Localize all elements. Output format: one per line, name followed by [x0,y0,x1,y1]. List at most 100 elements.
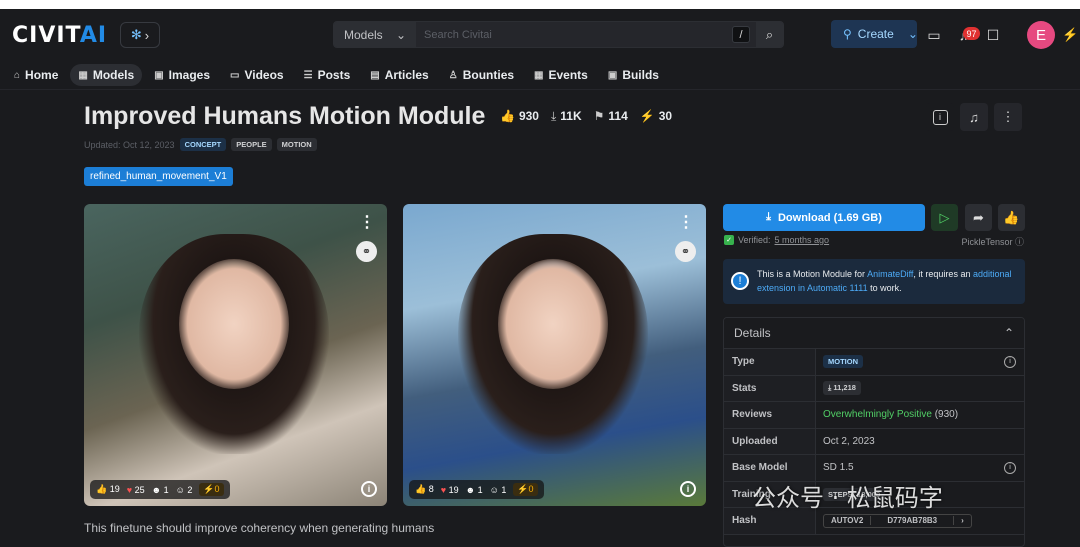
top-strip [0,0,1080,9]
gallery-image-1[interactable]: ⋮ ⚭ 👍 19 ♥ 25 ☻ 1 ☺ 2 ⚡0 i [84,204,387,506]
thumbs-up-icon: 👍 [500,109,515,123]
nav-item-builds[interactable]: ▣ Builds [600,64,667,86]
avatar[interactable]: E [1027,21,1055,49]
share-icon: ➦ [973,209,984,225]
reaction-count: 1 [501,484,507,495]
version-chip[interactable]: refined_human_movement_V1 [84,167,233,186]
reaction-bar: 👍 8 ♥ 19 ☻ 1 ☺ 1 ⚡0 [409,480,544,499]
bookmark-icon: ⚑ [593,109,605,123]
gallery-image-2[interactable]: ⋮ ⚭ 👍 8 ♥ 19 ☻ 1 ☺ 1 ⚡0 i [403,204,706,506]
heart-icon: ♥ [126,484,133,495]
thumbs-up-icon: 👍 [1003,209,1020,225]
detail-row-uploaded: Uploaded Oct 2, 2023 [724,428,1024,455]
play-button[interactable]: ▷ [931,204,958,231]
like-reaction[interactable]: 👍 8 [415,484,434,495]
nav-label: Events [548,68,588,82]
search-bar: Models ⌄ / ⌕ [333,21,784,48]
info-icon[interactable]: i [1004,355,1016,368]
kebab-icon[interactable]: ⋮ [678,212,694,232]
heart-icon: ♥ [440,484,447,495]
download-button[interactable]: ⤓ Download (1.69 GB) [723,204,925,231]
heart-reaction[interactable]: ♥ 25 [127,485,145,495]
cry-reaction[interactable]: ☺ 2 [176,485,193,495]
cast-icon[interactable]: ▭ [925,26,943,44]
search-icon[interactable]: ⌕ [756,22,783,47]
downloads-count: 11K [560,109,582,123]
nav-label: Images [168,68,210,82]
chevron-down-icon: ⌄ [395,27,406,42]
info-icon[interactable]: ⓘ [1015,237,1024,247]
civitai-logo[interactable]: CIVITAI [12,23,107,48]
verified-time[interactable]: 5 months ago [775,235,830,245]
link-icon[interactable]: ⚭ [356,241,377,262]
civitai-mark-icon: ✻ [130,27,142,42]
detail-key: Uploaded [724,428,816,454]
like-button[interactable]: 👍 [998,204,1025,231]
image-art-face [498,259,608,389]
updated-date: Updated: Oct 12, 2023 [84,139,175,150]
kebab-icon[interactable]: ⋮ [359,212,375,232]
info-icon[interactable]: i [680,481,696,497]
link-icon[interactable]: ⚭ [675,241,696,262]
buzz-reaction[interactable]: ⚡0 [199,483,224,496]
laugh-reaction[interactable]: ☻ 1 [152,485,169,495]
reviews-value[interactable]: Overwhelmingly Positive [823,409,932,420]
info-button[interactable]: i [926,103,954,131]
detail-row-stats: Stats ⤓ 11,218 [724,375,1024,402]
notice-text: to work. [867,283,902,293]
likes-count: 930 [518,109,539,123]
notification-badge: 97 [963,27,980,40]
notify-button[interactable]: ♫ [960,103,988,131]
search-input[interactable] [416,22,726,47]
tag-people[interactable]: PEOPLE [231,138,272,151]
nav-item-posts[interactable]: ☰ Posts [296,64,359,86]
model-description: This finetune should improve coherency w… [84,521,435,535]
create-button[interactable]: ⚲ Create ⌄ [831,20,918,48]
like-reaction[interactable]: 👍 19 [96,484,120,495]
verified-line: ✓ Verified: 5 months ago [724,235,829,245]
buzz-icon[interactable]: ⚡ [1062,27,1078,43]
buzz-reaction[interactable]: ⚡0 [513,483,538,496]
nav-item-images[interactable]: ▣ Images [146,64,218,86]
tag-motion[interactable]: MOTION [276,138,317,151]
hash-algo: AUTOV2 [831,516,864,526]
nav-item-events[interactable]: ▦ Events [526,64,596,86]
nav-item-articles[interactable]: ▤ Articles [362,64,436,86]
reaction-count: 8 [428,484,434,494]
info-icon[interactable]: i [361,481,377,497]
detail-key: Reviews [724,402,816,428]
nav-item-videos[interactable]: ▭ Videos [222,64,292,86]
nav-item-bounties[interactable]: ♙ Bounties [441,64,522,86]
app-switcher-button[interactable]: ✻ › [120,22,160,48]
verified-label: Verified: [738,235,771,245]
download-label: Download (1.69 GB) [777,211,882,224]
page-title: Improved Humans Motion Module [84,102,486,130]
nav-item-models[interactable]: ▦ Models [70,64,143,86]
search-category-select[interactable]: Models ⌄ [334,22,416,47]
hash-copy[interactable]: AUTOV2 D779AB78B3 › [823,513,972,528]
animatediff-link[interactable]: AnimateDiff [867,269,913,279]
nav-item-home[interactable]: ⌂ Home [6,64,66,86]
stats-value: 11,218 [833,383,856,393]
tag-concept[interactable]: CONCEPT [179,138,227,151]
saves-stat: ⚑ 114 [594,109,628,124]
details-header[interactable]: Details ⌃ [724,318,1024,349]
create-label: Create [857,27,894,41]
share-button[interactable]: ➦ [965,204,992,231]
uploaded-value: Oct 2, 2023 [823,435,875,447]
reaction-count: 0 [528,484,534,494]
buzz-count: 30 [658,109,673,123]
cry-reaction[interactable]: ☺ 1 [490,485,507,495]
heart-reaction[interactable]: ♥ 19 [441,485,459,495]
builds-icon: ▣ [607,69,618,81]
detail-key: Type [724,349,816,375]
bolt-icon: ⚡ [639,109,655,123]
notice-text: This is a Motion Module for [757,269,868,279]
more-button[interactable]: ⋮ [994,103,1022,131]
laugh-reaction[interactable]: ☻ 1 [466,485,483,495]
chevron-right-icon: › [961,516,964,526]
reaction-count: 19 [448,484,459,495]
search-category-label: Models [344,27,383,42]
info-icon[interactable]: i [1004,461,1016,474]
chat-icon[interactable]: ☐ [984,26,1002,44]
